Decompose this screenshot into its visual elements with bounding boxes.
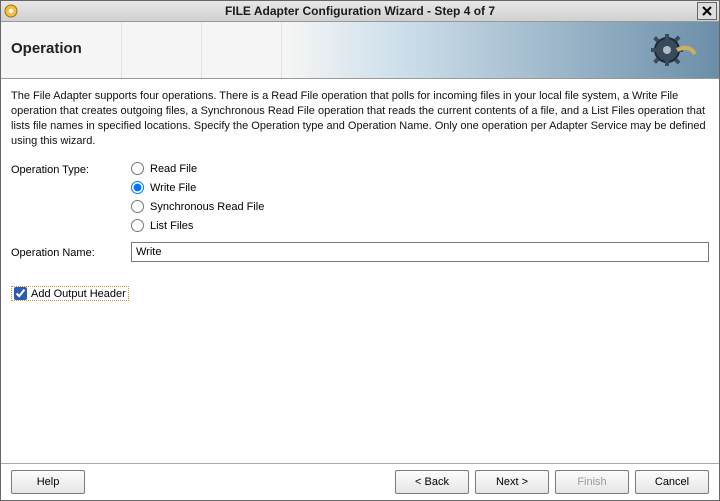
content-area: The File Adapter supports four operation… bbox=[1, 79, 719, 463]
radio-sync-read-file[interactable]: Synchronous Read File bbox=[131, 200, 264, 213]
operation-name-label: Operation Name: bbox=[11, 245, 131, 259]
operation-type-row: Operation Type: Read File Write File Syn… bbox=[11, 162, 709, 232]
radio-list-files-label[interactable]: List Files bbox=[150, 220, 193, 232]
radio-list-files-input[interactable] bbox=[131, 219, 144, 232]
next-button[interactable]: Next > bbox=[475, 470, 549, 494]
footer: Help < Back Next > Finish Cancel bbox=[1, 463, 719, 500]
close-icon[interactable] bbox=[697, 2, 717, 20]
add-output-header-checkbox[interactable] bbox=[14, 287, 27, 300]
radio-sync-read-file-input[interactable] bbox=[131, 200, 144, 213]
finish-button: Finish bbox=[555, 470, 629, 494]
add-output-header-row: Add Output Header bbox=[11, 286, 709, 303]
radio-sync-read-file-label[interactable]: Synchronous Read File bbox=[150, 201, 264, 213]
radio-read-file-label[interactable]: Read File bbox=[150, 163, 197, 175]
add-output-header-label[interactable]: Add Output Header bbox=[31, 288, 126, 300]
help-button[interactable]: Help bbox=[11, 470, 85, 494]
cancel-button[interactable]: Cancel bbox=[635, 470, 709, 494]
back-button[interactable]: < Back bbox=[395, 470, 469, 494]
gear-icon bbox=[649, 28, 697, 75]
radio-list-files[interactable]: List Files bbox=[131, 219, 264, 232]
radio-write-file[interactable]: Write File bbox=[131, 181, 264, 194]
radio-write-file-label[interactable]: Write File bbox=[150, 182, 196, 194]
description-text: The File Adapter supports four operation… bbox=[11, 89, 709, 148]
radio-read-file-input[interactable] bbox=[131, 162, 144, 175]
radio-write-file-input[interactable] bbox=[131, 181, 144, 194]
operation-name-field[interactable] bbox=[131, 242, 709, 262]
page-heading: Operation bbox=[11, 40, 82, 57]
operation-type-label: Operation Type: bbox=[11, 162, 131, 176]
app-icon bbox=[3, 3, 19, 19]
operation-type-radios: Read File Write File Synchronous Read Fi… bbox=[131, 162, 264, 232]
wizard-window: FILE Adapter Configuration Wizard - Step… bbox=[0, 0, 720, 501]
banner: Operation bbox=[1, 22, 719, 79]
window-title: FILE Adapter Configuration Wizard - Step… bbox=[23, 4, 697, 18]
radio-read-file[interactable]: Read File bbox=[131, 162, 264, 175]
titlebar: FILE Adapter Configuration Wizard - Step… bbox=[1, 1, 719, 22]
operation-name-row: Operation Name: bbox=[11, 242, 709, 262]
